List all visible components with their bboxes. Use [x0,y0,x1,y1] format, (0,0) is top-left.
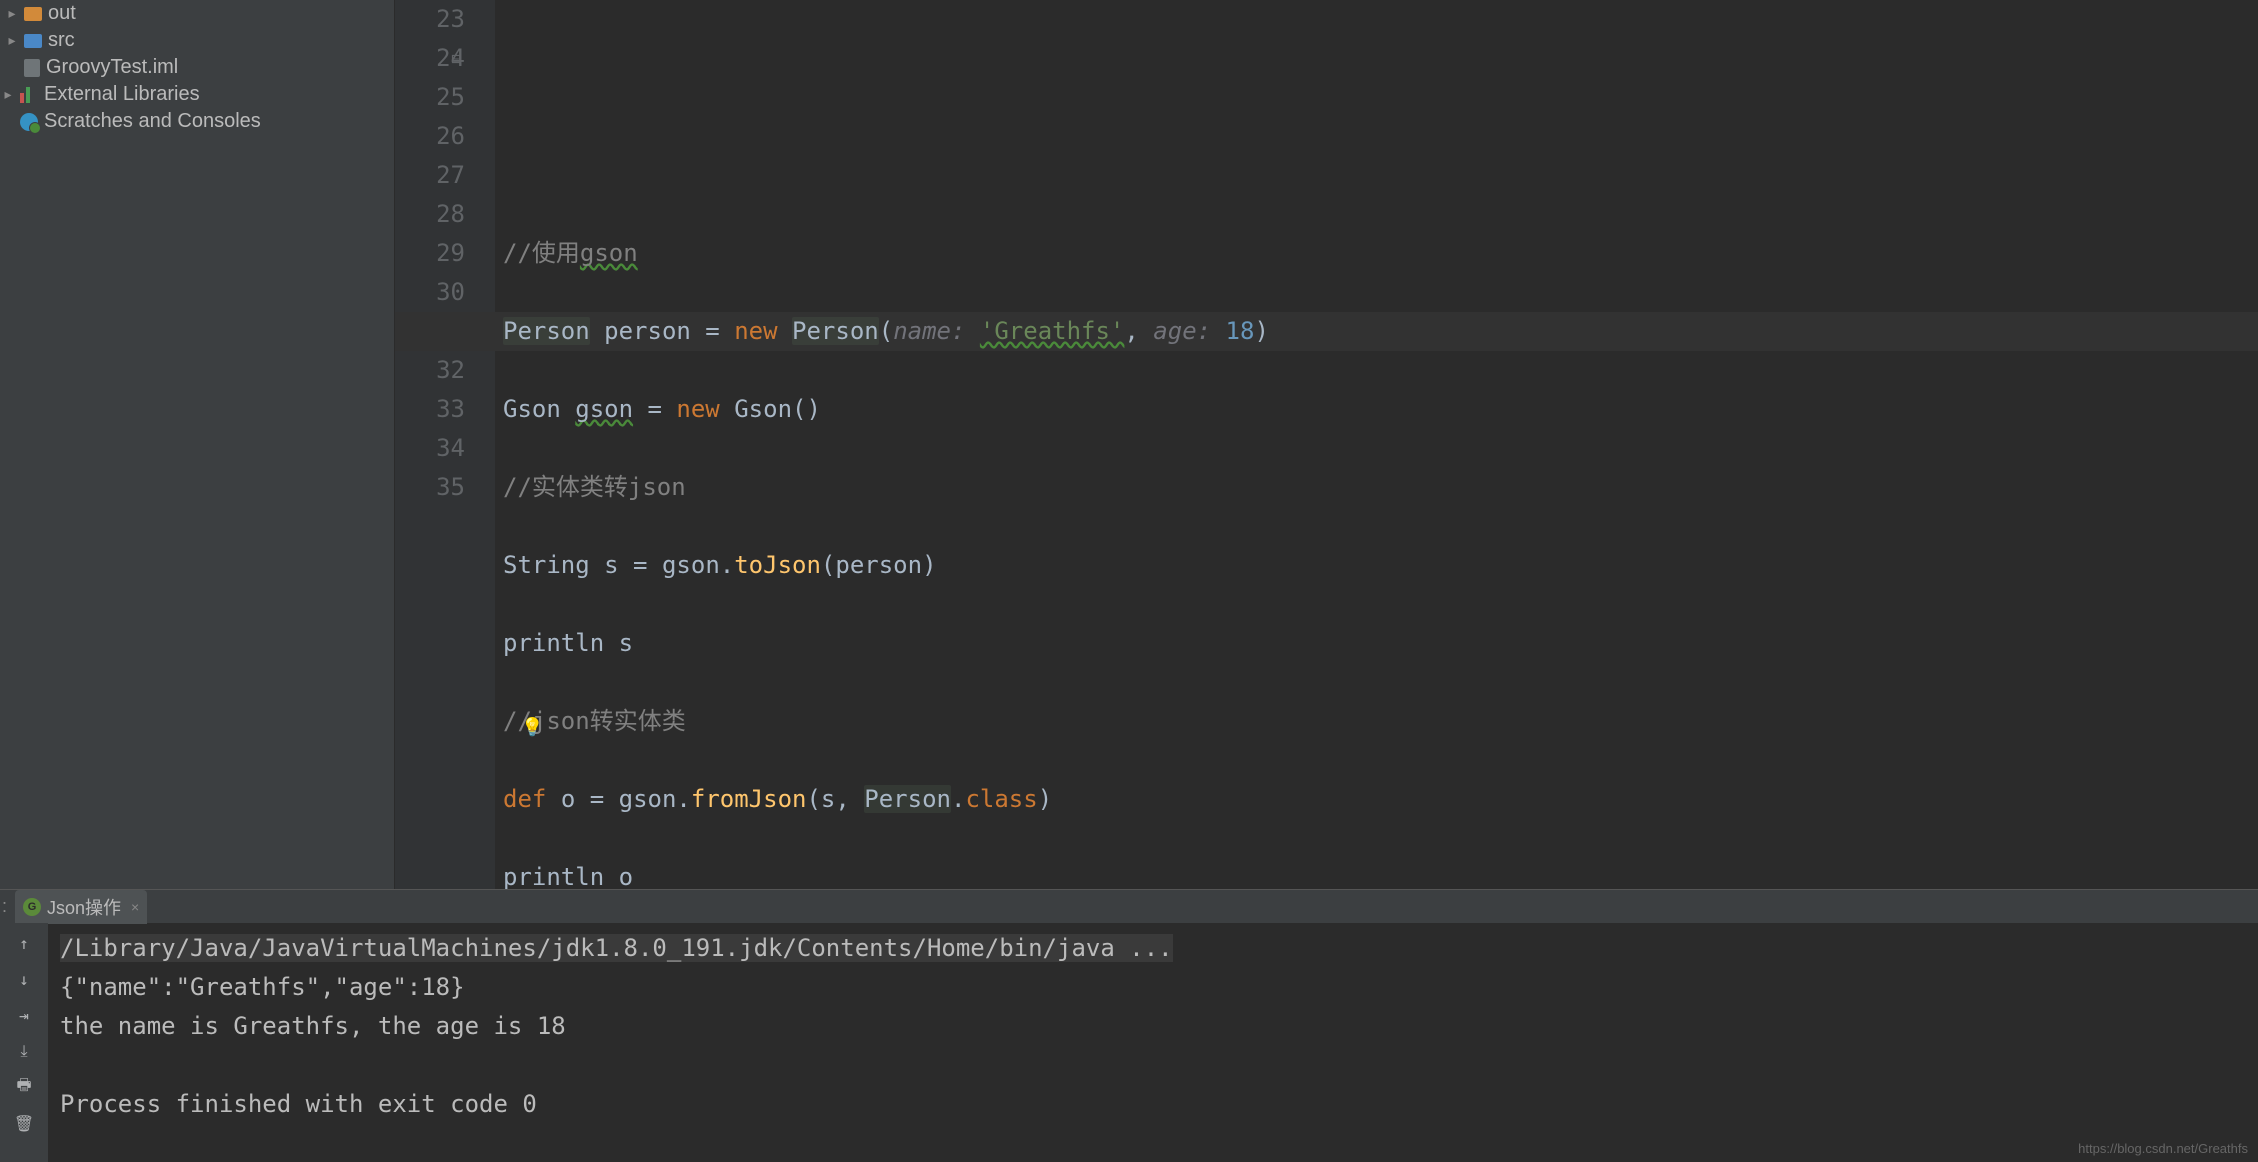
line-number[interactable]: 25 [395,78,465,117]
console-line: Process finished with exit code 0 [60,1090,537,1118]
line-number[interactable]: 29 [395,234,465,273]
console-output[interactable]: /Library/Java/JavaVirtualMachines/jdk1.8… [48,923,2258,1162]
expand-arrow-icon[interactable]: ▸ [6,5,18,22]
scroll-down-icon[interactable]: ↓ [12,967,36,991]
console-line: {"name":"Greathfs","age":18} [60,973,465,1001]
code-editor[interactable]: 23 24⊟ 25 26 27 28 29 30 31 32 33 34 35 … [395,0,2258,889]
line-number[interactable]: 30 [395,273,465,312]
code-content[interactable]: //使用gson Person person = new Person(name… [495,0,2258,889]
run-tab-name: Json操作 [47,894,121,920]
print-icon[interactable]: 🖶 [12,1075,36,1099]
code-line[interactable]: //实体类转json [503,468,2258,507]
line-number[interactable]: 34 [395,429,465,468]
line-number[interactable]: 35 [395,468,465,507]
intention-bulb-icon[interactable]: 💡 [521,708,543,747]
line-number[interactable]: 33 [395,390,465,429]
groovy-icon: G [23,898,41,916]
tree-label: src [48,29,75,52]
close-tab-icon[interactable]: × [131,899,139,915]
tree-scratches[interactable]: Scratches and Consoles [0,108,394,135]
run-label: : [2,896,7,917]
code-line[interactable]: Person person = new Person(name: 'Greath… [503,312,2258,351]
expand-arrow-icon[interactable]: ▸ [6,32,18,49]
tree-external-libraries[interactable]: ▸ External Libraries [0,81,394,108]
code-line[interactable]: //使用gson [503,234,2258,273]
clear-icon[interactable]: 🗑 [12,1111,36,1135]
code-line[interactable]: println o [503,858,2258,889]
folder-icon [24,34,42,48]
watermark: https://blog.csdn.net/Greathfs [2078,1141,2248,1156]
line-number[interactable]: 24⊟ [395,39,465,78]
scroll-up-icon[interactable]: ↑ [12,931,36,955]
expand-arrow-icon[interactable]: ▸ [2,86,14,103]
line-number[interactable]: 27 [395,156,465,195]
tree-label: External Libraries [44,83,200,106]
run-tab-bar[interactable]: : G Json操作 × [0,890,2258,923]
tree-item-iml[interactable]: GroovyTest.iml [0,54,394,81]
line-gutter[interactable]: 23 24⊟ 25 26 27 28 29 30 31 32 33 34 35 [395,0,495,889]
code-line[interactable]: //json转实体类💡 [503,702,2258,741]
code-line[interactable] [503,156,2258,195]
folder-icon [24,7,42,21]
console-line: the name is Greathfs, the age is 18 [60,1012,566,1040]
tree-label: out [48,2,76,25]
soft-wrap-icon[interactable]: ⇥ [12,1003,36,1027]
fold-icon[interactable]: ⊟ [451,39,461,78]
scroll-to-end-icon[interactable]: ⤓ [12,1039,36,1063]
scratches-icon [20,113,38,131]
code-line[interactable]: println s [503,624,2258,663]
line-number[interactable]: 23 [395,0,465,39]
line-number[interactable]: 32 [395,351,465,390]
tree-label: Scratches and Consoles [44,110,261,133]
run-tab[interactable]: G Json操作 × [15,890,147,924]
line-number[interactable]: 26 [395,117,465,156]
tree-label: GroovyTest.iml [46,56,178,79]
tree-item-out[interactable]: ▸ out [0,0,394,27]
code-line[interactable]: def o = gson.fromJson(s, Person.class) [503,780,2258,819]
tree-item-src[interactable]: ▸ src [0,27,394,54]
console-cmd: /Library/Java/JavaVirtualMachines/jdk1.8… [60,934,1173,962]
library-icon [20,87,38,103]
run-panel: : G Json操作 × ↑ ↓ ⇥ ⤓ 🖶 🗑 /Library/Java/J… [0,889,2258,1162]
project-sidebar[interactable]: ▸ out ▸ src GroovyTest.iml ▸ External Li… [0,0,395,889]
line-number[interactable]: 28 [395,195,465,234]
console-toolbar: ↑ ↓ ⇥ ⤓ 🖶 🗑 [0,923,48,1162]
file-icon [24,59,40,77]
code-line[interactable]: Gson gson = new Gson() [503,390,2258,429]
code-line[interactable]: String s = gson.toJson(person) [503,546,2258,585]
